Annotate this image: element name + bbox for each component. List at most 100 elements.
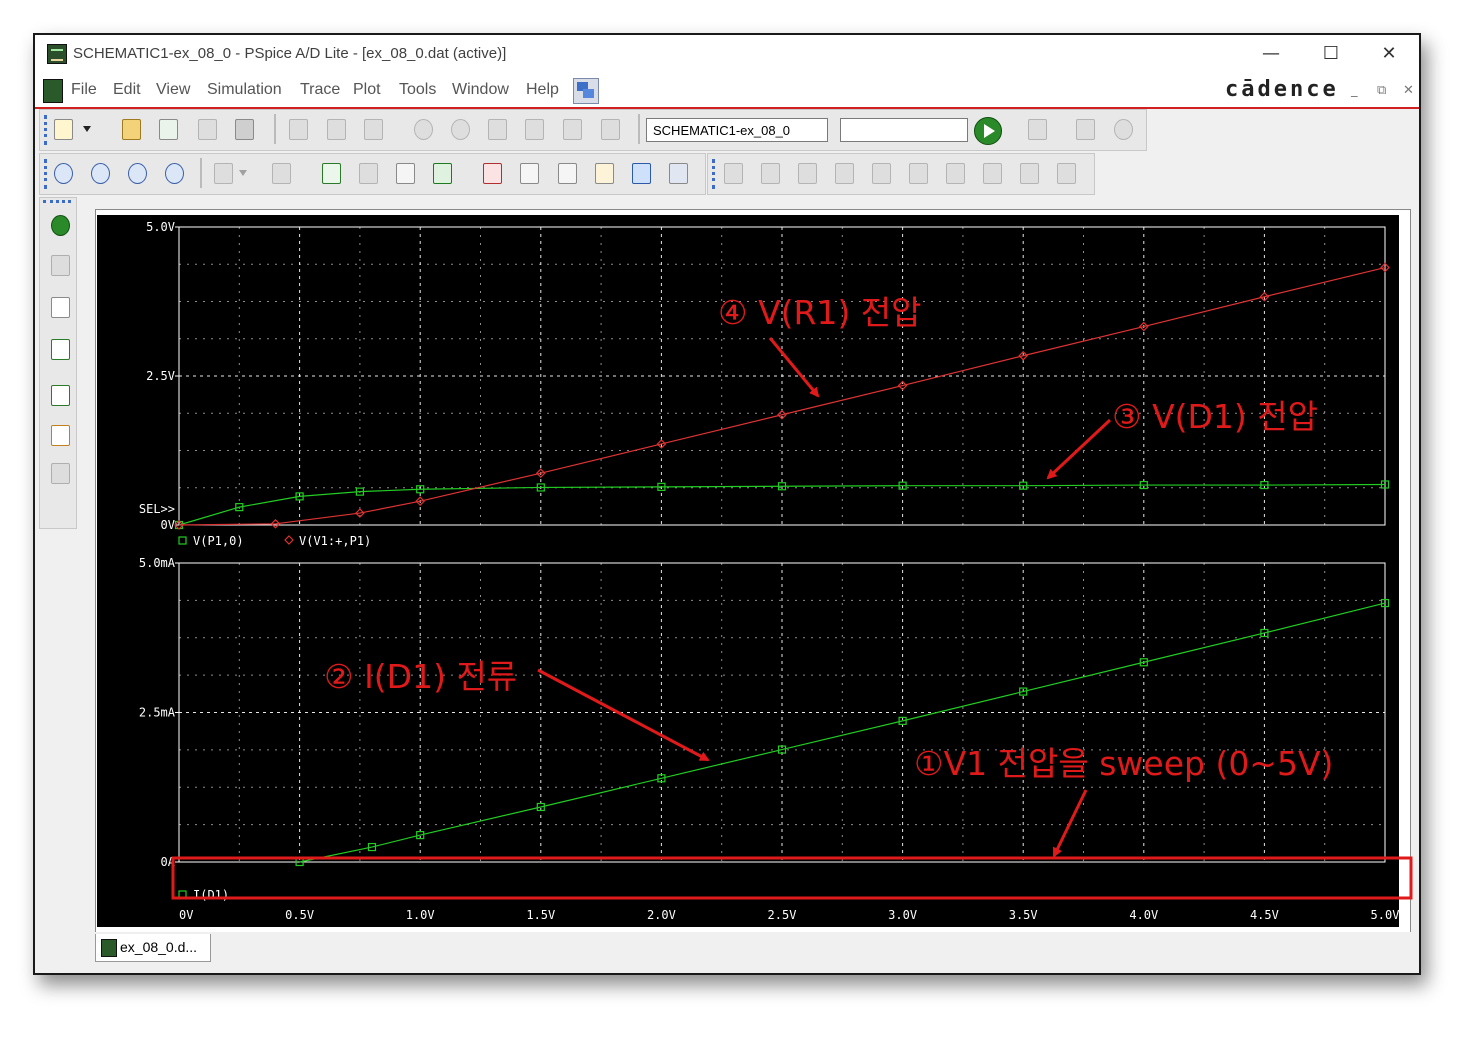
log-dropdown-icon[interactable] <box>236 160 250 186</box>
current-marker-icon[interactable] <box>559 116 585 142</box>
y-tick-label: 2.5V <box>146 369 175 383</box>
mark-label-icon[interactable] <box>1053 160 1079 186</box>
print-icon[interactable] <box>231 116 257 142</box>
run-simulation-icon[interactable] <box>974 117 1002 145</box>
document-tab[interactable]: ex_08_0.d... <box>95 934 211 962</box>
minimize-button[interactable]: — <box>1249 41 1293 67</box>
mdi-close-button[interactable]: ✕ <box>1403 83 1414 98</box>
probe-plot-svg[interactable]: 0V 2.5V 5.0V SEL>> V(P1,0) V(V1:+,P1) 0A 2.5mA 5… <box>97 215 1400 956</box>
probe-toolbar <box>39 153 706 195</box>
probe-plot-area[interactable]: 0V 2.5V 5.0V SEL>> V(P1,0) V(V1:+,P1) 0A 2.5mA 5… <box>97 215 1400 956</box>
tile-windows-icon[interactable] <box>573 78 599 104</box>
cursor-min-icon[interactable] <box>831 160 857 186</box>
legend-label: V(V1:+,P1) <box>299 534 371 548</box>
x-tick-label: 3.5V <box>1009 908 1038 922</box>
x-tick-label: 0V <box>179 908 193 922</box>
simulation-output-icon[interactable] <box>47 252 70 276</box>
standard-toolbar: SCHEMATIC1-ex_08_0 <box>39 109 1147 151</box>
save-icon[interactable] <box>194 116 220 142</box>
new-file-icon[interactable] <box>50 116 76 142</box>
x-tick-label: 4.5V <box>1250 908 1279 922</box>
zoom-fit-icon[interactable] <box>161 160 187 186</box>
performance-analysis-icon[interactable] <box>355 160 381 186</box>
document-icon[interactable] <box>43 79 63 103</box>
stop-icon[interactable] <box>1110 116 1136 142</box>
add-trace-icon[interactable] <box>392 160 418 186</box>
edit-profile-icon[interactable] <box>1024 116 1050 142</box>
edit-waveform-icon[interactable] <box>47 422 70 446</box>
copy-icon[interactable] <box>323 116 349 142</box>
cut-icon[interactable] <box>285 116 311 142</box>
menu-window[interactable]: Window <box>452 81 509 99</box>
toolbar-search-input[interactable] <box>840 118 968 142</box>
undo-icon[interactable] <box>410 116 436 142</box>
toolbar-grip[interactable] <box>43 200 71 203</box>
cursor-toolbar <box>707 153 1095 195</box>
paste-icon[interactable] <box>360 116 386 142</box>
new-dropdown-icon[interactable] <box>80 116 94 142</box>
view-output-file-icon[interactable] <box>47 294 70 318</box>
toggle-cursor-icon[interactable] <box>479 160 505 186</box>
tab-label: ex_08_0.d... <box>120 939 198 955</box>
sel-marker: SEL>> <box>139 502 175 516</box>
power-marker-icon[interactable] <box>597 116 623 142</box>
voltage-marker-icon[interactable] <box>521 116 547 142</box>
cursor-peak-icon[interactable] <box>720 160 746 186</box>
menu-trace[interactable]: Trace <box>300 81 340 99</box>
fourier-icon[interactable] <box>268 160 294 186</box>
menu-view[interactable]: View <box>156 81 190 99</box>
open-folder-icon[interactable] <box>118 116 144 142</box>
pspice-app-icon <box>47 44 67 64</box>
menu-file[interactable]: File <box>71 81 97 99</box>
select-pointer-icon[interactable] <box>628 160 654 186</box>
legend-marker <box>284 535 294 545</box>
maximize-button[interactable]: ☐ <box>1309 41 1353 67</box>
cursor-max-icon[interactable] <box>868 160 894 186</box>
menu-tools[interactable]: Tools <box>399 81 436 99</box>
mdi-minimize-button[interactable]: _ <box>1351 83 1358 98</box>
mdi-restore-button[interactable]: ⧉ <box>1377 83 1386 98</box>
title-bar: SCHEMATIC1-ex_08_0 - PSpice A/D Lite - [… <box>35 35 1419 73</box>
menu-plot[interactable]: Plot <box>353 81 381 99</box>
zoom-in-icon[interactable] <box>50 160 76 186</box>
waveform-settings-icon[interactable] <box>47 460 70 484</box>
x-tick-label: 5.0V <box>1371 908 1399 922</box>
menu-simulation[interactable]: Simulation <box>207 81 282 99</box>
cursor-point-icon[interactable] <box>905 160 931 186</box>
menu-bar: File Edit View Simulation Trace Plot Too… <box>35 73 1419 109</box>
run-waveform-icon[interactable] <box>47 382 70 406</box>
append-waveform-icon[interactable] <box>155 116 181 142</box>
simulation-status-icon[interactable] <box>47 212 70 236</box>
cadence-logo: cādence <box>1225 77 1339 102</box>
add-y-axis-icon[interactable] <box>318 160 344 186</box>
toolbar-grip[interactable] <box>712 159 718 189</box>
cursor-search-icon[interactable] <box>942 160 968 186</box>
text-label-icon[interactable] <box>554 160 580 186</box>
redo-icon[interactable] <box>447 116 473 142</box>
document-tab-bar: ex_08_0.d... <box>91 932 1411 966</box>
cursor-slope-icon[interactable] <box>794 160 820 186</box>
previous-transition-icon[interactable] <box>1016 160 1042 186</box>
log-x-icon[interactable] <box>210 160 236 186</box>
close-button[interactable]: ✕ <box>1367 41 1411 67</box>
eval-goal-function-icon[interactable] <box>516 160 542 186</box>
zoom-out-icon[interactable] <box>87 160 113 186</box>
toggle-grid-icon[interactable] <box>665 160 691 186</box>
next-transition-icon[interactable] <box>979 160 1005 186</box>
simulation-profile-select[interactable]: SCHEMATIC1-ex_08_0 <box>646 118 828 142</box>
zoom-area-icon[interactable] <box>124 160 150 186</box>
waveform-doc-icon <box>101 939 117 957</box>
cursor-trough-icon[interactable] <box>757 160 783 186</box>
excel-export-icon[interactable] <box>429 160 455 186</box>
y-tick-label: 0A <box>161 855 176 869</box>
mark-data-points-icon[interactable] <box>591 160 617 186</box>
x-tick-label: 1.0V <box>406 908 435 922</box>
legend-marker <box>178 890 187 899</box>
probe-icon[interactable] <box>484 116 510 142</box>
toolbar-separator <box>274 114 276 144</box>
menu-help[interactable]: Help <box>526 81 559 99</box>
view-waveform-icon[interactable] <box>47 336 70 360</box>
x-tick-label: 2.0V <box>647 908 676 922</box>
menu-edit[interactable]: Edit <box>113 81 141 99</box>
pause-icon[interactable] <box>1072 116 1098 142</box>
